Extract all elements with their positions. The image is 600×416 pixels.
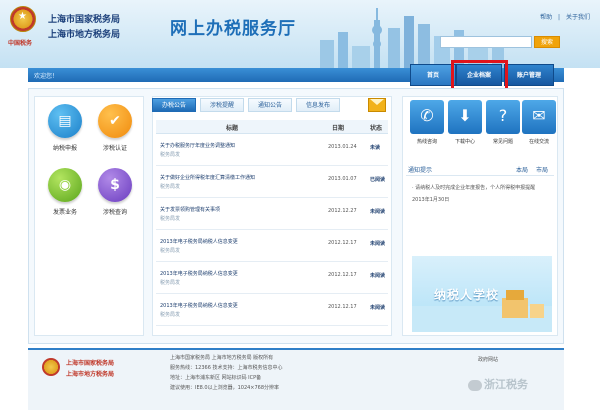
footer-bureau-national: 上海市国家税务局 bbox=[66, 360, 115, 367]
app-tax-certification[interactable]: ✔ 涉税认证 bbox=[92, 104, 138, 152]
news-status: 未阅读 bbox=[370, 273, 386, 279]
news-status: 已阅读 bbox=[370, 177, 386, 183]
site-title: 网上办税服务厅 bbox=[170, 19, 296, 39]
tab-account-management[interactable]: 账户管理 bbox=[504, 64, 554, 86]
table-row[interactable]: 2013年电子税务局纳税人信息变更 税务局发 2012.12.17 未阅读 bbox=[156, 296, 388, 326]
news-date: 2013.01.07 bbox=[328, 176, 357, 182]
notice-item[interactable]: · 请纳税人及时完成企业年度报告，个人所得税申报提醒 bbox=[412, 184, 552, 191]
news-source: 税务局发 bbox=[160, 280, 181, 286]
table-row[interactable]: 关于做好企业所得税年度汇算清缴工作通知 税务局发 2013.01.07 已阅读 bbox=[156, 168, 388, 198]
news-date: 2012.12.17 bbox=[328, 272, 357, 278]
taxpayer-school-banner[interactable]: 纳税人学校 bbox=[412, 256, 552, 332]
news-status: 未读 bbox=[370, 145, 381, 151]
service-label: 热线咨询 bbox=[416, 139, 437, 145]
notice-tabs: 本局 市局 bbox=[508, 165, 548, 174]
watermark-text: 浙江税务 bbox=[484, 378, 528, 391]
query-icon: $ bbox=[98, 168, 132, 202]
footer-info-line: 建议使用：IE8.0以上浏览器，1024×768分辨率 bbox=[170, 385, 280, 391]
news-status: 未阅读 bbox=[370, 305, 386, 311]
tab-home[interactable]: 首页 bbox=[410, 64, 456, 86]
news-title[interactable]: 2013年电子税务局纳税人信息变更 bbox=[160, 238, 310, 245]
app-invoice[interactable]: ◉ 发票业务 bbox=[42, 168, 88, 216]
news-title[interactable]: 关于做好企业所得税年度汇算清缴工作通知 bbox=[160, 174, 310, 181]
about-link[interactable]: 关于我们 bbox=[566, 14, 590, 21]
top-links: 帮助 | 关于我们 bbox=[536, 12, 590, 21]
document-icon: ▤ bbox=[48, 104, 82, 138]
news-source: 税务局发 bbox=[160, 184, 181, 190]
footer-bureau-local: 上海市地方税务局 bbox=[66, 371, 115, 378]
news-status: 未阅读 bbox=[370, 209, 386, 215]
service-label: 在线交流 bbox=[528, 139, 549, 145]
chat-icon[interactable]: ✉ bbox=[522, 100, 556, 134]
notice-header: 通知提示 本局 市局 bbox=[406, 164, 554, 176]
app-tax-filing[interactable]: ▤ 纳税申报 bbox=[42, 104, 88, 152]
news-title[interactable]: 关于发票领购管理有关事项 bbox=[160, 206, 310, 213]
news-source: 税务局发 bbox=[160, 248, 181, 254]
news-status: 未阅读 bbox=[370, 241, 386, 247]
download-icon[interactable]: ⬇ bbox=[448, 100, 482, 134]
tab-tax-reminder[interactable]: 涉税提醒 bbox=[200, 98, 244, 112]
tab-notice-local[interactable]: 本局 bbox=[516, 167, 528, 174]
bureau-national-name: 上海市国家税务局 bbox=[48, 15, 121, 25]
app-tax-query[interactable]: $ 涉税查询 bbox=[92, 168, 138, 216]
footer-info-line: 上海市国家税务局 上海市地方税务局 版权所有 bbox=[170, 355, 274, 361]
news-date: 2013.01.24 bbox=[328, 144, 357, 150]
tab-announcements[interactable]: 通知公告 bbox=[248, 98, 292, 112]
header-status: 状态 bbox=[370, 125, 383, 132]
news-source: 税务局发 bbox=[160, 216, 181, 222]
notice-date: 2013年1月30日 bbox=[412, 197, 450, 203]
help-link[interactable]: 帮助 bbox=[540, 14, 552, 21]
banner-title: 纳税人学校 bbox=[434, 288, 500, 302]
gov-site-logo[interactable]: 政府网站 bbox=[478, 356, 498, 363]
footer-info-line: 地址：上海市浦东新区 网站标识码 ICP备 bbox=[170, 375, 262, 381]
site-header: ★ 中国税务 上海市国家税务局 上海市地方税务局 网上办税服务厅 帮助 | 关于… bbox=[0, 0, 600, 68]
header-date: 日期 bbox=[332, 125, 345, 132]
wechat-icon bbox=[468, 380, 482, 391]
header-title: 标题 bbox=[226, 125, 239, 132]
news-source: 税务局发 bbox=[160, 152, 181, 158]
mail-icon[interactable] bbox=[368, 98, 386, 112]
invoice-icon: ◉ bbox=[48, 168, 82, 202]
service-label: 下载中心 bbox=[454, 139, 475, 145]
search-button[interactable]: 搜索 bbox=[534, 36, 560, 48]
table-row[interactable]: 关于办税服务厅年度业务调整通知 税务局发 2013.01.24 未读 bbox=[156, 136, 388, 166]
news-date: 2012.12.17 bbox=[328, 304, 357, 310]
table-row[interactable]: 关于发票领购管理有关事项 税务局发 2012.12.27 未阅读 bbox=[156, 200, 388, 230]
app-label: 涉税认证 bbox=[102, 145, 127, 152]
service-label: 常见问题 bbox=[492, 139, 513, 145]
seal-text: 中国税务 bbox=[8, 40, 33, 47]
bureau-local-name: 上海市地方税务局 bbox=[48, 30, 121, 40]
footer-emblem-logo bbox=[42, 358, 60, 376]
notice-title: 通知提示 bbox=[408, 167, 433, 174]
table-row[interactable]: 2013年电子税务局纳税人信息变更 税务局发 2012.12.17 未阅读 bbox=[156, 264, 388, 294]
link-separator: | bbox=[558, 14, 561, 21]
news-title[interactable]: 2013年电子税务局纳税人信息变更 bbox=[160, 302, 310, 309]
tax-emblem-logo: ★ bbox=[10, 6, 36, 32]
news-title[interactable]: 2013年电子税务局纳税人信息变更 bbox=[160, 270, 310, 277]
welcome-text: 欢迎您！ bbox=[34, 73, 59, 80]
tab-information[interactable]: 信息发布 bbox=[296, 98, 340, 112]
app-label: 涉税查询 bbox=[102, 209, 127, 216]
question-icon[interactable]: ? bbox=[486, 100, 520, 134]
news-date: 2012.12.27 bbox=[328, 208, 357, 214]
app-label: 发票业务 bbox=[52, 209, 77, 216]
table-row[interactable]: 2013年电子税务局纳税人信息变更 税务局发 2012.12.17 未阅读 bbox=[156, 232, 388, 262]
news-source: 税务局发 bbox=[160, 312, 181, 318]
news-date: 2012.12.17 bbox=[328, 240, 357, 246]
search-input[interactable] bbox=[440, 36, 532, 48]
news-title[interactable]: 关于办税服务厅年度业务调整通知 bbox=[160, 142, 310, 149]
checklist-icon: ✔ bbox=[98, 104, 132, 138]
tab-notice-city[interactable]: 市局 bbox=[536, 167, 548, 174]
app-label: 纳税申报 bbox=[52, 145, 77, 152]
phone-icon[interactable]: ✆ bbox=[410, 100, 444, 134]
news-table-header: 标题 日期 状态 bbox=[156, 120, 388, 134]
footer-info-line: 服务热线：12366 技术支持：上海市税务信息中心 bbox=[170, 365, 283, 371]
tab-tax-notice[interactable]: 办税公告 bbox=[152, 98, 196, 112]
